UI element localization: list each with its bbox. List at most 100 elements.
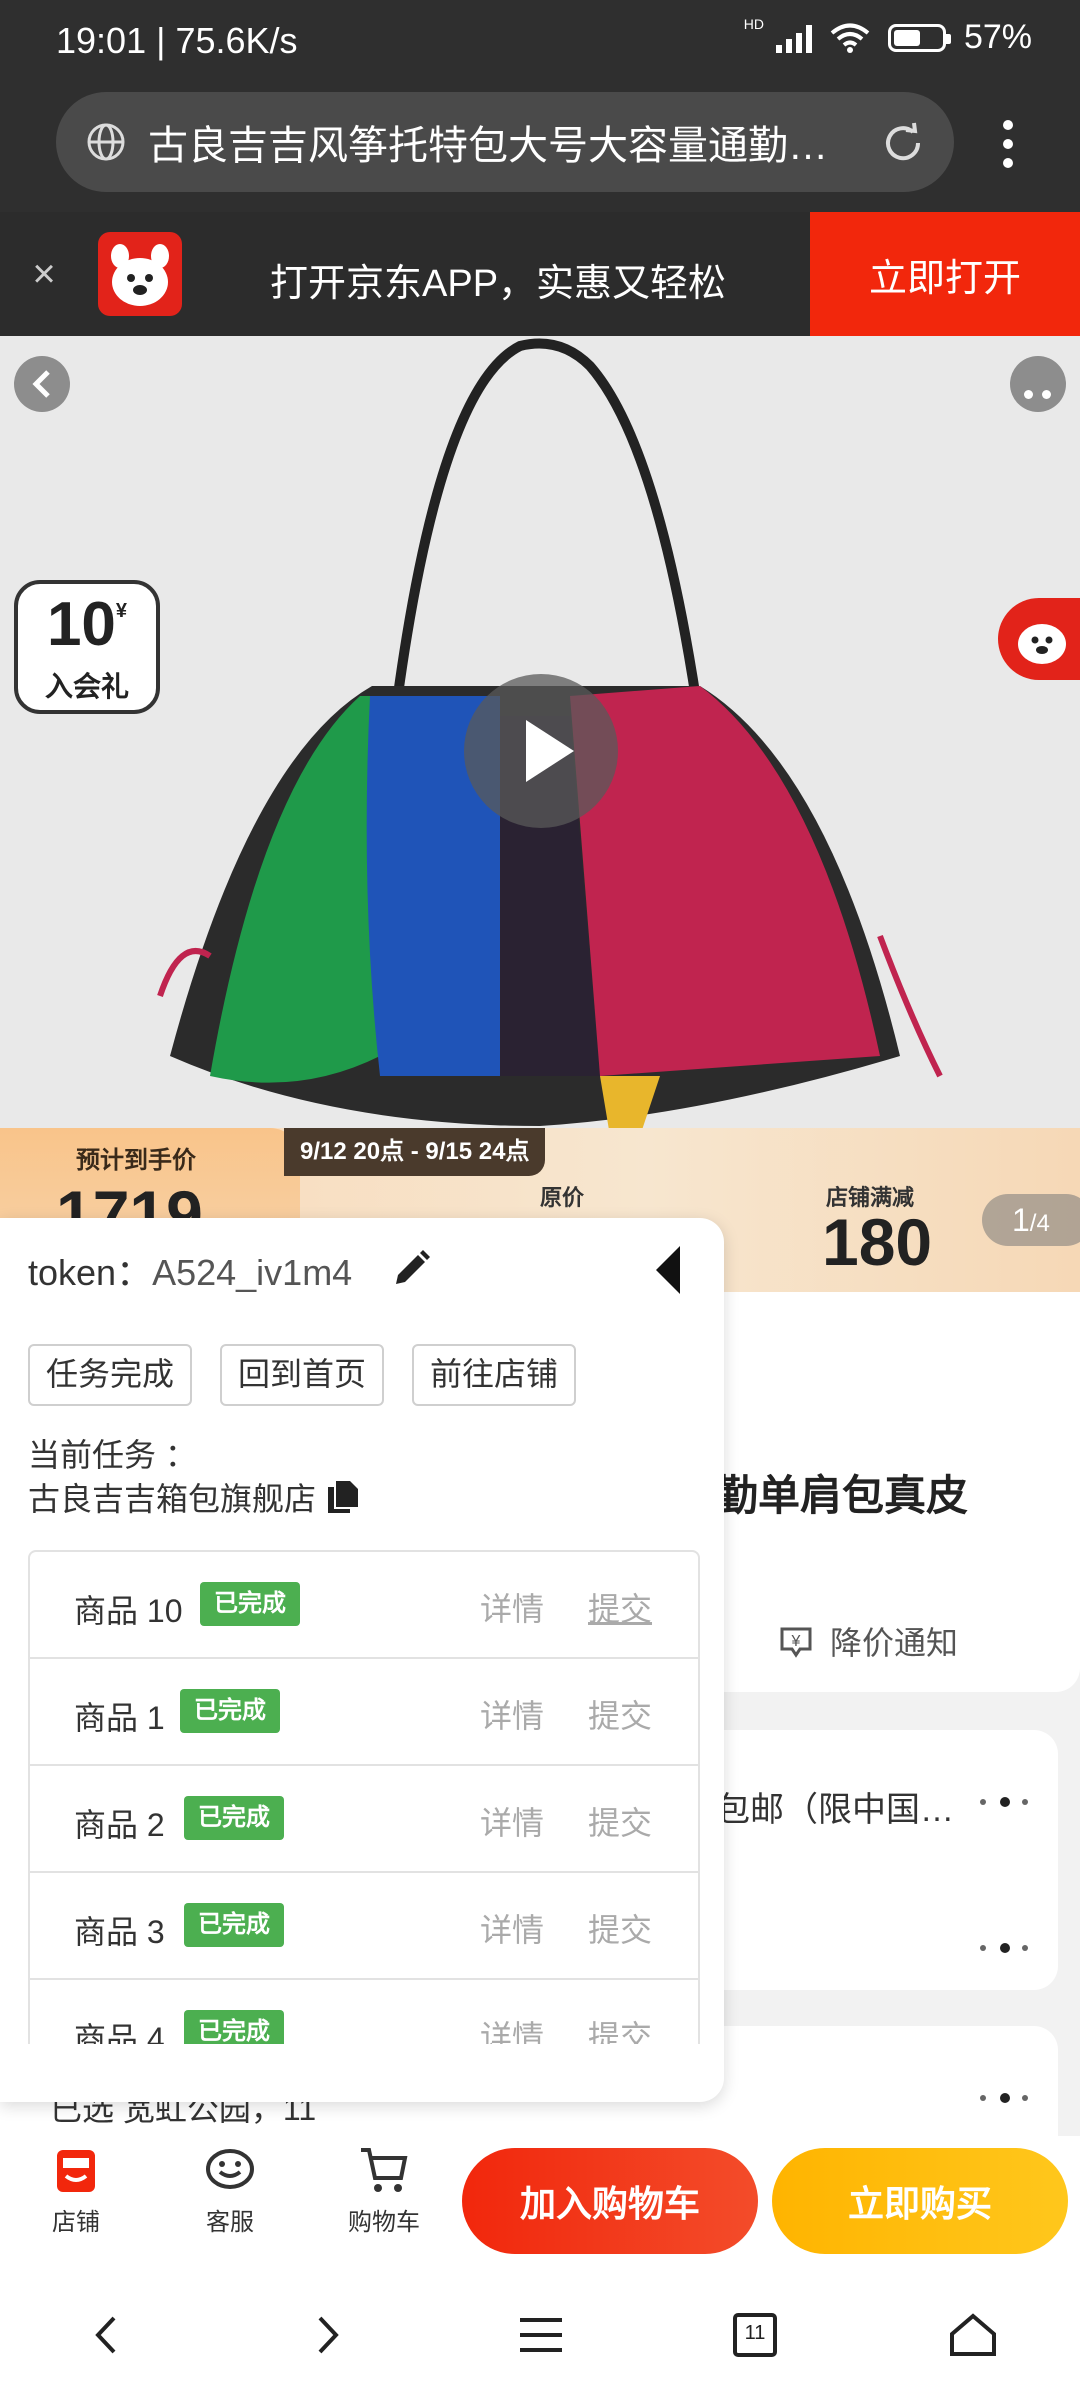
hd-indicator: HD [743,15,764,32]
tabs-count: 11 [744,2322,766,2344]
task-submit-link[interactable]: 提交 [588,2012,652,2044]
add-to-cart-button[interactable]: 加入购物车 [462,2148,758,2254]
shop-icon [57,2150,95,2192]
task-detail-link[interactable]: 详情 [480,2012,544,2044]
forward-nav-icon[interactable] [292,2300,362,2370]
task-detail-link[interactable]: 详情 [480,1584,544,1630]
task-row: 商品 10 已完成 详情 提交 [30,1552,698,1659]
browser-toolbar: 古良吉吉风筝托特包大号大容量通勤单肩包真皮 [0,84,1080,212]
close-icon[interactable]: × [24,254,64,294]
home-nav-icon[interactable] [938,2300,1008,2370]
task-name: 商品 4 [74,2021,165,2044]
member-gift-currency: ¥ [115,600,128,622]
status-bar: 19:01 | 75.6K/s HD 57% [0,0,1080,84]
task-status-badge: 已完成 [184,1903,284,1947]
token-row: token：A524_iv1m4 [28,1244,352,1296]
customer-service-icon [206,2149,254,2189]
promo-dates: 9/12 20点 - 9/15 24点 [284,1128,546,1176]
open-app-button[interactable]: 立即打开 [810,212,1080,336]
globe-icon [87,123,125,161]
image-counter: 1/4 [982,1194,1080,1246]
address-bar[interactable]: 古良吉吉风筝托特包大号大容量通勤单肩包真皮 [56,92,954,192]
task-row: 商品 1 已完成 详情 提交 [30,1659,698,1766]
address-text: 古良吉吉风筝托特包大号大容量通勤单肩包真皮 [148,124,828,168]
back-nav-icon[interactable] [72,2300,142,2370]
buy-now-button[interactable]: 立即购买 [772,2148,1068,2254]
current-shop-name: 古良吉吉箱包旗舰店 [28,1481,317,1517]
task-submit-link[interactable]: 提交 [588,1798,652,1844]
signal-icon [775,23,812,53]
svg-text:¥: ¥ [791,1633,801,1650]
token-label: token： [28,1252,153,1293]
product-title: 勤单肩包真皮 [716,1472,969,1519]
task-name: 商品 10 [74,1593,183,1629]
task-detail-link[interactable]: 详情 [480,1905,544,1951]
play-video-button[interactable] [464,674,618,828]
reload-icon[interactable] [880,120,926,166]
image-counter-total: /4 [1029,1210,1050,1237]
collapse-panel-icon[interactable] [654,1244,684,1296]
current-task-label: 当前任务 ： [28,1437,197,1473]
customer-service-button[interactable]: 客服 [180,2146,280,2237]
system-navigation-bar: 11 [0,2270,1080,2400]
task-row: 商品 4 已完成 详情 提交 [30,1980,698,2044]
back-button[interactable] [14,356,70,412]
cart-button[interactable]: 购物车 [334,2146,434,2237]
shop-discount-value: 180 [822,1205,933,1279]
shipping-more-icon[interactable] [980,1796,1028,1808]
task-panel: token：A524_iv1m4 任务完成 回到首页 前往店铺 当前任务 ： 古… [0,1218,724,2102]
task-status-badge: 已完成 [184,1796,284,1840]
go-to-shop-button[interactable]: 前往店铺 [412,1344,577,1406]
task-submit-link[interactable]: 提交 [588,1584,652,1630]
shop-button[interactable]: 店铺 [26,2146,126,2237]
address-more-icon[interactable] [980,2092,1028,2104]
task-detail-link[interactable]: 详情 [480,1798,544,1844]
task-row: 商品 2 已完成 详情 提交 [30,1766,698,1873]
price-alert-button[interactable]: ¥ 降价通知 [776,1618,958,1664]
battery-percent: 57% [963,18,1032,56]
member-gift-badge[interactable]: 10¥ 入会礼 [14,580,160,714]
copy-icon[interactable] [326,1479,360,1515]
cart-icon [361,2148,408,2192]
more-options-button[interactable] [1010,356,1066,412]
status-icons: HD 57% [743,15,1032,57]
original-price-label: 原价 [540,1185,585,1210]
cart-label: 购物车 [348,2209,420,2236]
shop-label: 店铺 [52,2209,100,2236]
tabs-nav-icon[interactable]: 11 [720,2300,790,2370]
current-shop: 古良吉吉箱包旗舰店 [28,1474,360,1520]
price-alert-icon: ¥ [780,1627,812,1658]
task-row: 商品 3 已完成 详情 提交 [30,1873,698,1980]
jd-logo-icon [98,232,182,316]
more-menu-icon[interactable] [996,120,1020,176]
back-home-button[interactable]: 回到首页 [220,1344,385,1406]
bottom-action-bar: 店铺 客服 购物车 加入购物车 立即购买 [0,2136,1080,2270]
edit-icon[interactable] [390,1248,432,1290]
task-submit-link[interactable]: 提交 [588,1691,652,1737]
service-more-icon[interactable] [980,1942,1028,1954]
estimated-price-label: 预计到手价 [76,1147,196,1174]
task-name: 商品 3 [74,1914,165,1950]
task-status-badge: 已完成 [184,2010,284,2044]
menu-nav-icon[interactable] [506,2300,576,2370]
task-complete-button[interactable]: 任务完成 [28,1344,193,1406]
shipping-text[interactable]: 包邮（限中国… [716,1782,954,1831]
customer-service-label: 客服 [206,2209,254,2236]
status-time: 19:01 | 75.6K/s [56,20,298,61]
panel-button-row: 任务完成 回到首页 前往店铺 [28,1344,577,1406]
battery-icon [887,23,951,52]
task-status-badge: 已完成 [200,1582,300,1626]
jd-mascot-float-button[interactable] [998,598,1080,680]
task-detail-link[interactable]: 详情 [480,1691,544,1737]
task-name: 商品 1 [74,1700,165,1736]
task-name: 商品 2 [74,1807,165,1843]
image-counter-current: 1 [1012,1202,1030,1238]
price-alert-label: 降价通知 [830,1625,959,1661]
task-status-badge: 已完成 [180,1689,280,1733]
member-gift-label: 入会礼 [44,671,129,702]
task-submit-link[interactable]: 提交 [588,1905,652,1951]
token-value: A524_iv1m4 [152,1252,353,1293]
member-gift-amount: 10 [46,590,116,659]
promo-text: 打开京东APP，实惠又轻松 [270,263,727,305]
app-promo-bar: × 打开京东APP，实惠又轻松 立即打开 [0,212,1080,336]
